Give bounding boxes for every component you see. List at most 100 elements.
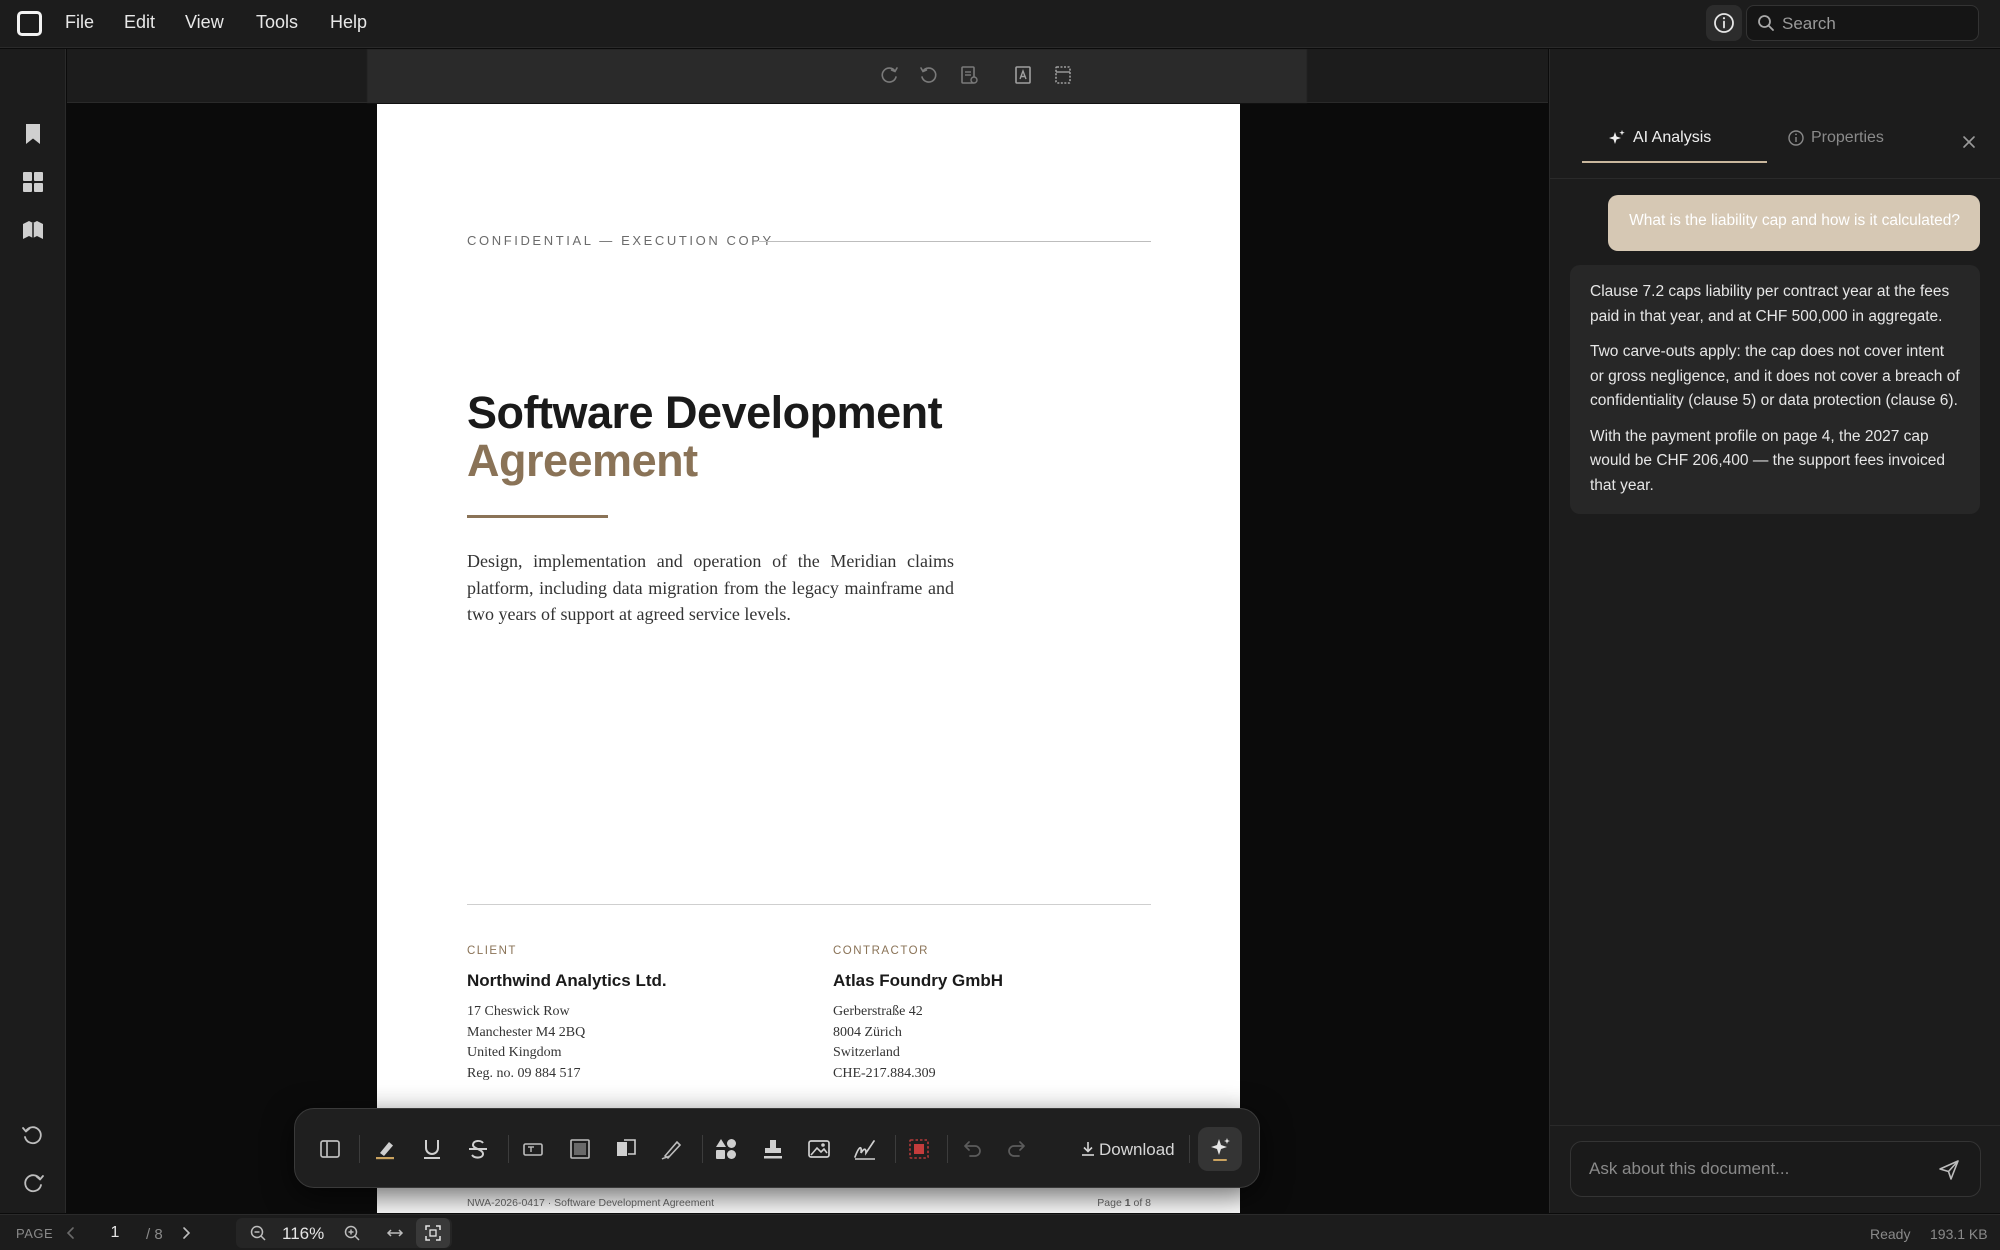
page-footer-reference: NWA-2026-0417 · Software Development Agr… [467,1197,715,1209]
stamp-icon[interactable] [760,1136,786,1162]
search-placeholder: Search [1782,14,1836,33]
footer-page-prefix: Page [1097,1197,1122,1209]
crop-page-icon[interactable] [1052,64,1074,86]
download-icon [1082,1142,1094,1156]
strikethrough-icon[interactable] [465,1136,491,1162]
ask-placeholder: Ask about this document... [1589,1159,1790,1178]
ask-input[interactable]: Ask about this document... [1570,1141,1981,1197]
toolbar-separator [702,1135,703,1163]
prev-page-icon[interactable] [62,1224,80,1242]
contractor-block: CONTRACTOR Atlas Foundry GmbH Gerberstra… [833,945,1153,1084]
toolbar-separator [359,1135,360,1163]
download-button[interactable]: Download [1077,1131,1187,1167]
page-toolstrip-shade [367,49,1307,103]
download-label: Download [1099,1140,1175,1159]
next-page-icon[interactable] [177,1224,195,1242]
search-input[interactable]: Search [1746,5,1979,41]
sparkle-icon [1609,130,1625,144]
rotate-counterclockwise-icon[interactable] [918,64,940,86]
text-box-icon[interactable] [520,1136,546,1162]
footer-page-suffix: of 8 [1133,1197,1151,1209]
redo-icon[interactable] [1005,1136,1031,1162]
contractor-address-line: Gerberstraße 42 [833,1004,923,1019]
highlight-icon[interactable] [372,1136,398,1162]
active-tab-indicator [1582,161,1767,163]
toggle-sidebar-icon[interactable] [317,1136,343,1162]
kicker-rule [759,241,1151,242]
document-summary: Design, implementation and operation of … [467,551,954,624]
tab-ai-analysis[interactable]: AI Analysis [1581,129,1766,159]
ocr-text-icon[interactable] [1012,64,1034,86]
tab-properties-label: Properties [1811,129,1884,146]
file-size: 193.1 KB [1930,1226,1988,1242]
left-tool-rail [0,49,66,1213]
menu-help[interactable]: Help [330,12,367,33]
kicker-row: CONFIDENTIAL — EXECUTION COPY [467,231,1151,251]
menu-view[interactable]: View [185,12,224,33]
tab-properties[interactable]: Properties [1766,129,1951,159]
shapes-icon[interactable] [713,1136,739,1162]
page-footer-number: Page 1 of 8 [1051,1197,1151,1209]
sparkle-icon [1211,1138,1230,1161]
redact-icon[interactable] [906,1136,932,1162]
contractor-role-label: CONTRACTOR [833,945,929,957]
client-address-line: United Kingdom [467,1045,562,1060]
fit-page-button[interactable] [416,1218,450,1248]
app-logo-icon[interactable] [17,11,42,36]
ai-assistant-toggle[interactable] [1198,1127,1242,1171]
attachments-folder-icon[interactable] [20,217,46,243]
menu-tools[interactable]: Tools [256,12,298,33]
page-number-input[interactable]: 1 [95,1220,135,1246]
zoom-in-icon[interactable] [343,1224,361,1242]
freehand-pen-icon[interactable] [659,1136,685,1162]
document-title-line2: Agreement [467,435,698,486]
ai-answer-paragraph: Two carve-outs apply: the cap does not c… [1590,343,1960,409]
bookmark-icon[interactable] [20,121,46,147]
ai-answer-paragraph: Clause 7.2 caps liability per contract y… [1590,283,1950,325]
toolbar-separator [508,1135,509,1163]
form-field-icon[interactable] [567,1136,593,1162]
comment-note-icon[interactable] [613,1136,639,1162]
contractor-address: Gerberstraße 42 8004 Zürich Switzerland … [833,1002,1153,1084]
parties-divider [467,904,1151,905]
panel-divider [1550,178,2000,179]
toolbar-separator [947,1135,948,1163]
contractor-name: Atlas Foundry GmbH [833,971,1004,990]
title-accent-rule [467,515,608,518]
ask-divider [1550,1125,2000,1126]
undo-icon[interactable] [958,1136,984,1162]
rotate-clockwise-icon[interactable] [878,64,900,86]
insert-image-icon[interactable] [806,1136,832,1162]
user-question-bubble: What is the liability cap and how is it … [1608,195,1980,251]
zoom-level[interactable]: 116% [282,1224,324,1244]
contractor-address-line: Switzerland [833,1045,900,1060]
search-icon [1758,15,1774,31]
status-bar: PAGE 1 / 8 116% Ready 193.1 KB [0,1214,2000,1250]
undo-history-icon[interactable] [20,1122,46,1148]
total-pages: / 8 [146,1226,163,1243]
tab-ai-label: AI Analysis [1633,129,1712,146]
client-block: CLIENT Northwind Analytics Ltd. 17 Chesw… [467,945,787,1084]
zoom-out-icon[interactable] [249,1224,267,1242]
document-title-line1: Software Development [467,387,943,438]
menu-file[interactable]: File [65,12,94,33]
footer-page-current: 1 [1124,1197,1131,1209]
client-reg-number: Reg. no. 09 884 517 [467,1065,581,1081]
fit-width-icon[interactable] [386,1224,404,1242]
fit-page-icon [425,1225,441,1241]
signature-icon[interactable] [852,1136,878,1162]
send-icon[interactable] [1937,1158,1961,1182]
menu-edit[interactable]: Edit [124,12,155,33]
menu-bar: File Edit View Tools Help Search [0,0,2000,48]
client-name: Northwind Analytics Ltd. [467,971,667,990]
page-settings-icon[interactable] [958,64,980,86]
info-icon [1714,13,1734,33]
client-address-line: Manchester M4 2BQ [467,1024,586,1040]
underline-icon[interactable] [419,1136,445,1162]
refresh-icon[interactable] [20,1170,46,1196]
document-viewer[interactable]: CONFIDENTIAL — EXECUTION COPY Software D… [67,49,1548,1213]
status-text: Ready [1870,1226,1911,1242]
close-panel-icon[interactable] [1955,128,1983,156]
info-button[interactable] [1706,5,1742,41]
thumbnails-grid-icon[interactable] [20,169,46,195]
